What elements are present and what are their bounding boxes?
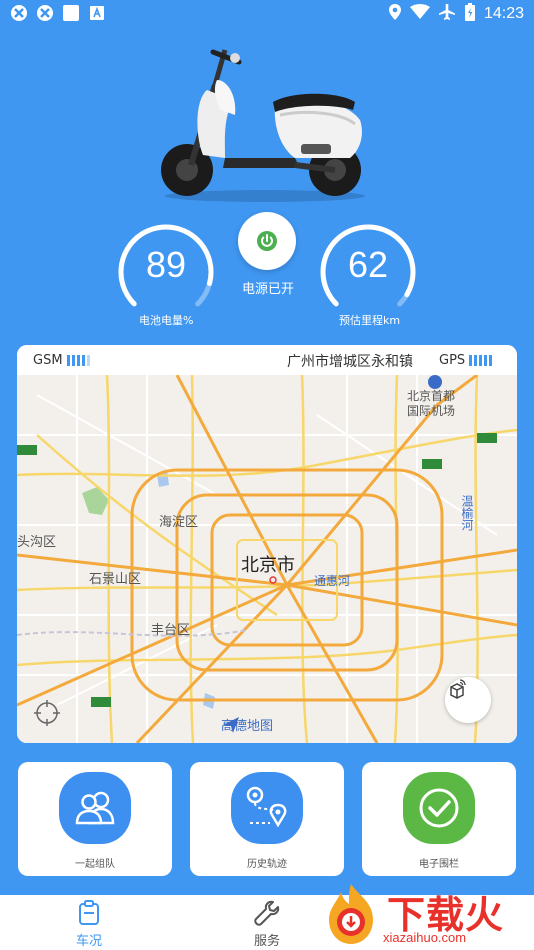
locate-button[interactable] bbox=[33, 699, 61, 727]
location-icon bbox=[388, 3, 402, 25]
map-label-wenyu-river: 温榆河 bbox=[460, 495, 474, 531]
amap-logo-icon bbox=[223, 717, 239, 733]
map-3d-button[interactable] bbox=[445, 677, 491, 723]
clipboard-icon bbox=[79, 900, 99, 925]
history-track-tile[interactable]: 历史轨迹 bbox=[190, 762, 344, 876]
power-button[interactable] bbox=[238, 212, 296, 270]
app-notification-icon bbox=[36, 4, 54, 22]
power-icon bbox=[257, 231, 277, 251]
range-gauge: 62 bbox=[318, 222, 418, 322]
square-notification-icon bbox=[62, 4, 80, 22]
map-provider-logo: 高德地图 bbox=[221, 715, 273, 734]
status-bar: 14:23 bbox=[0, 0, 534, 28]
checkmark-icon bbox=[403, 772, 475, 844]
range-label: 预估里程km bbox=[339, 314, 401, 327]
nav-label-service: 服务 bbox=[253, 934, 280, 949]
vehicle-address: 广州市增城区永和镇 bbox=[287, 354, 413, 370]
map-label-fengtai: 丰台区 bbox=[151, 623, 191, 638]
nav-item-vehicle-status[interactable]: 车况 bbox=[49, 895, 129, 950]
cube-signal-icon bbox=[450, 679, 466, 699]
power-status-label: 电源已开 bbox=[241, 282, 294, 297]
team-icon bbox=[59, 772, 131, 844]
gsm-label: GSM bbox=[33, 353, 63, 368]
map-label-airport: 北京首都 国际机场 bbox=[407, 389, 456, 418]
map-label-shijingshan: 石景山区 bbox=[89, 572, 142, 587]
scooter-image bbox=[155, 40, 375, 205]
battery-value: 89 bbox=[145, 244, 187, 285]
watermark: 下载火 xiazaihuo.com bbox=[315, 878, 534, 950]
history-track-label: 历史轨迹 bbox=[247, 859, 287, 870]
text-notification-icon bbox=[88, 4, 106, 22]
gps-label: GPS bbox=[439, 353, 466, 368]
map-card: GSM 广州市增城区永和镇 GPS 海淀区 头沟区 石景山区 北京市 通惠河 丰… bbox=[17, 345, 517, 743]
nav-item-service[interactable]: 服务 bbox=[227, 895, 307, 950]
battery-gauge: 89 bbox=[116, 222, 216, 322]
nav-label-vehicle-status: 车况 bbox=[75, 934, 102, 949]
gps-signal: GPS bbox=[439, 353, 493, 368]
geofence-label: 电子围栏 bbox=[419, 859, 459, 870]
route-icon bbox=[231, 772, 303, 844]
gsm-signal: GSM bbox=[33, 353, 90, 368]
range-value: 62 bbox=[347, 244, 389, 285]
map-label-mentougou: 头沟区 bbox=[17, 535, 57, 550]
gps-signal-icon bbox=[469, 355, 493, 366]
wifi-icon bbox=[409, 4, 430, 24]
team-tile[interactable]: 一起组队 bbox=[18, 762, 172, 876]
map-label-tonghui-river: 通惠河 bbox=[314, 574, 351, 588]
crosshair-icon bbox=[34, 700, 60, 726]
battery-label: 电池电量% bbox=[139, 314, 194, 327]
battery-charging-icon bbox=[464, 3, 476, 25]
map-header: GSM 广州市增城区永和镇 GPS bbox=[17, 345, 517, 375]
airplane-icon bbox=[438, 3, 456, 25]
map-view[interactable]: 海淀区 头沟区 石景山区 北京市 通惠河 丰台区 北京首都 国际机场 温榆河 高… bbox=[17, 375, 517, 743]
clock: 14:23 bbox=[483, 5, 524, 22]
watermark-url: xiazaihuo.com bbox=[383, 930, 467, 945]
gsm-signal-icon bbox=[66, 355, 90, 366]
wrench-icon bbox=[254, 900, 280, 926]
app-notification-icon bbox=[10, 4, 28, 22]
team-label: 一起组队 bbox=[75, 859, 115, 870]
map-label-haidian: 海淀区 bbox=[159, 515, 199, 530]
geofence-tile[interactable]: 电子围栏 bbox=[362, 762, 516, 876]
map-label-beijing: 北京市 bbox=[241, 555, 295, 576]
flame-logo-icon bbox=[329, 884, 373, 944]
